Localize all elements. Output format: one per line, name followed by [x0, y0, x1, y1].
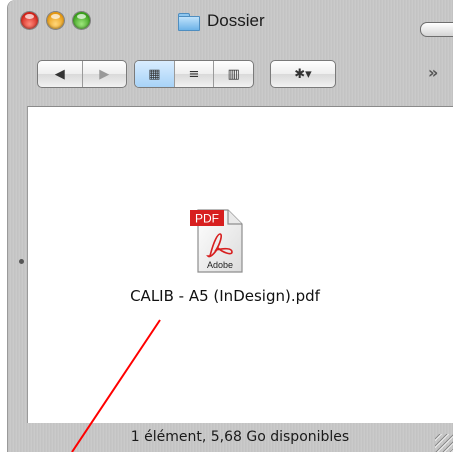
icon-view-icon: ▦	[148, 66, 161, 82]
status-bar: 1 élément, 5,68 Go disponibles	[27, 422, 453, 452]
list-view-button[interactable]: ≡	[175, 61, 215, 87]
resize-grip[interactable]	[435, 434, 453, 452]
view-mode-control: ▦ ≡ ▥	[134, 60, 254, 88]
title-bar[interactable]: Dossier	[8, 0, 453, 44]
status-text: 1 élément, 5,68 Go disponibles	[130, 429, 350, 445]
minimize-button[interactable]	[47, 12, 64, 29]
toolbar-overflow-button[interactable]: »	[428, 63, 438, 82]
back-arrow-icon: ◀	[54, 66, 65, 82]
action-menu-button[interactable]: ✱▾	[270, 60, 336, 88]
close-button[interactable]	[21, 12, 38, 29]
resize-handle-dot	[19, 259, 24, 264]
zoom-button[interactable]	[73, 12, 90, 29]
file-name-label[interactable]: CALIB - A5 (InDesign).pdf	[70, 287, 380, 305]
back-button[interactable]: ◀	[38, 61, 83, 87]
window-title-group: Dossier	[178, 10, 265, 32]
action-button-cell: ✱▾	[271, 61, 335, 87]
column-view-button[interactable]: ▥	[214, 61, 253, 87]
gear-icon: ✱▾	[294, 66, 312, 82]
column-view-icon: ▥	[227, 66, 240, 82]
adobe-label: Adobe	[207, 260, 233, 270]
pdf-badge-label: PDF	[195, 212, 219, 226]
icon-view-button[interactable]: ▦	[135, 61, 175, 87]
forward-button[interactable]: ▶	[83, 61, 127, 87]
toolbar: ◀ ▶ ▦ ≡ ▥ ✱▾ »	[8, 44, 453, 104]
back-forward-control: ◀ ▶	[37, 60, 127, 88]
toolbar-toggle-button[interactable]	[420, 22, 453, 37]
window-title: Dossier	[207, 11, 265, 30]
forward-arrow-icon: ▶	[99, 66, 110, 82]
folder-icon	[178, 12, 200, 31]
pdf-file-icon[interactable]: PDF Adobe	[190, 204, 246, 276]
list-view-icon: ≡	[188, 66, 200, 82]
